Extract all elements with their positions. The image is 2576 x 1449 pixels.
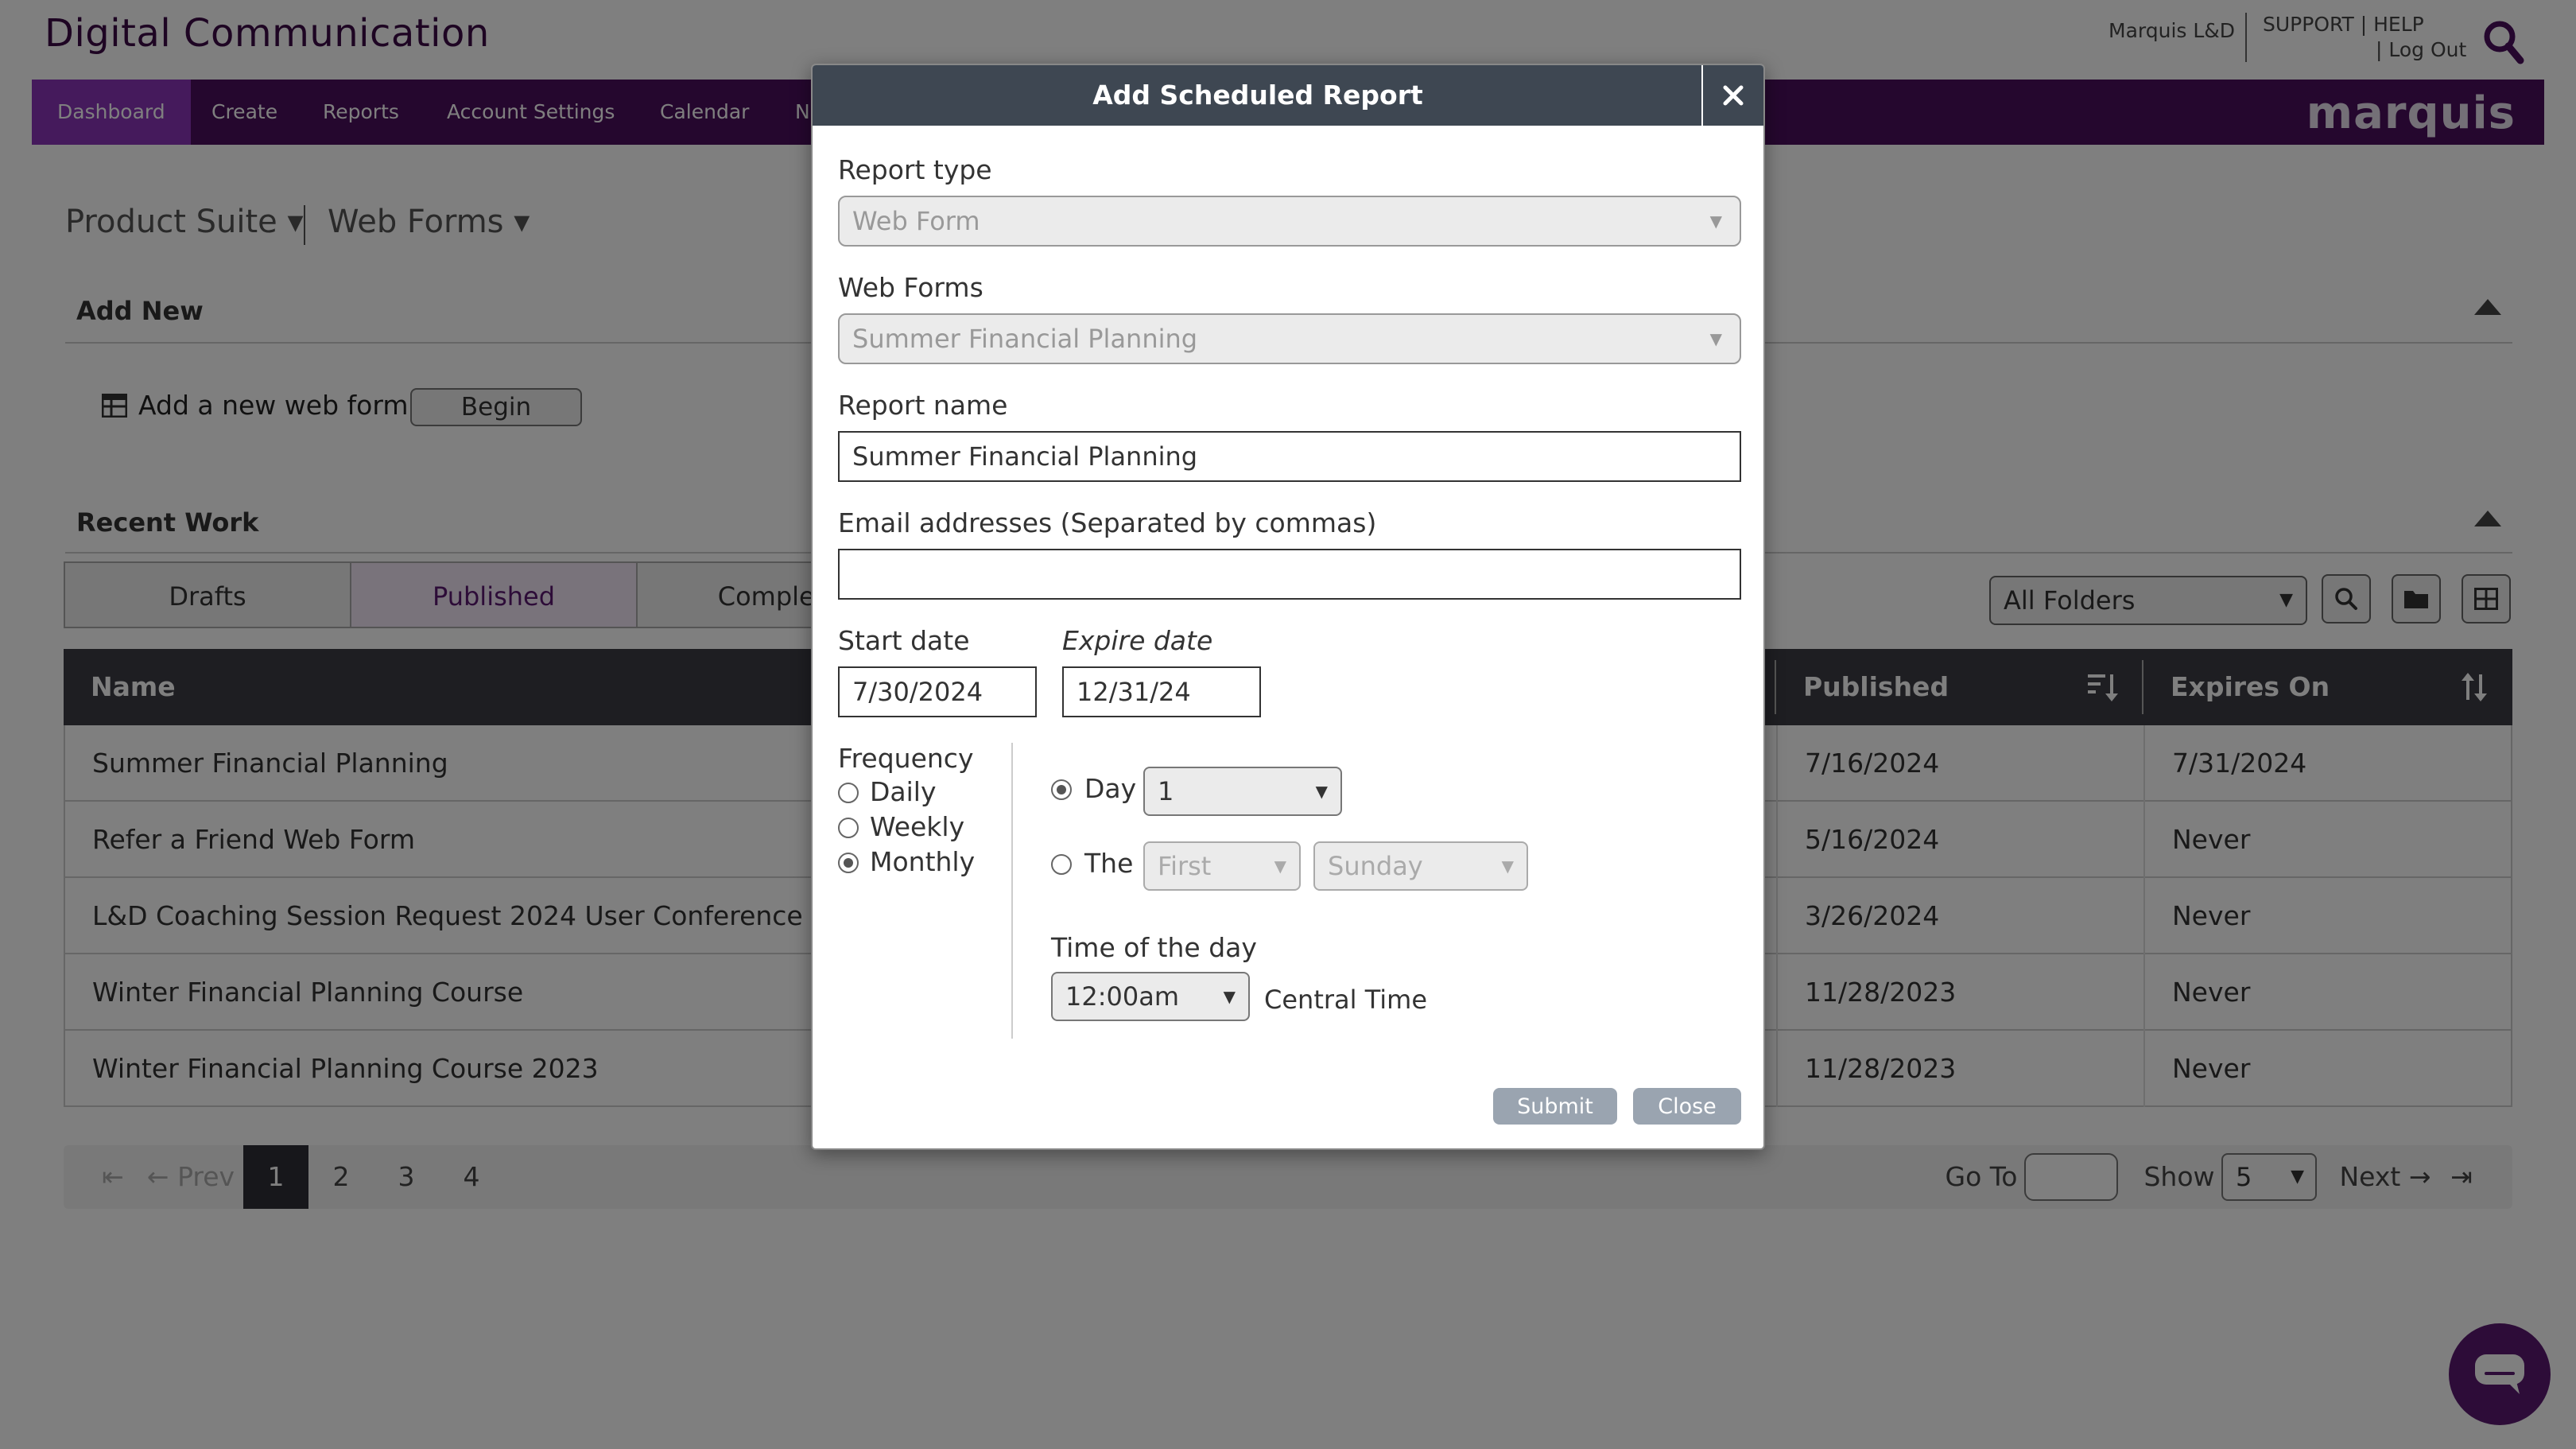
caret-down-icon: ▼	[1709, 329, 1722, 348]
web-forms-value: Summer Financial Planning	[852, 324, 1198, 354]
modal-title: Add Scheduled Report	[1092, 80, 1423, 111]
report-name-label: Report name	[838, 390, 1008, 421]
web-forms-label: Web Forms	[838, 272, 983, 303]
radio-monthly[interactable]	[838, 853, 859, 873]
ordinal-select[interactable]: First ▼	[1143, 841, 1301, 891]
day-label: Day	[1084, 773, 1137, 804]
time-select-value: 12:00am	[1065, 981, 1179, 1012]
weekly-label: Weekly	[870, 811, 965, 842]
caret-down-icon: ▼	[1223, 987, 1236, 1006]
monthly-label: Monthly	[870, 846, 976, 877]
expire-date-label: Expire date	[1062, 625, 1213, 656]
frequency-divider	[1011, 743, 1013, 1039]
add-scheduled-report-dialog: Add Scheduled Report Report type Web For…	[811, 64, 1765, 1150]
modal-header: Add Scheduled Report	[813, 65, 1763, 126]
caret-down-icon: ▼	[1315, 782, 1328, 801]
report-type-select[interactable]: Web Form ▼	[838, 196, 1741, 247]
time-select[interactable]: 12:00am ▼	[1051, 972, 1250, 1021]
daily-label: Daily	[870, 776, 937, 807]
day-select-value: 1	[1158, 776, 1174, 806]
time-label: Time of the day	[1051, 932, 1257, 963]
submit-button[interactable]: Submit	[1493, 1088, 1617, 1125]
email-input[interactable]	[838, 549, 1741, 600]
caret-down-icon: ▼	[1274, 857, 1286, 876]
expire-date-input[interactable]	[1062, 666, 1261, 717]
email-label: Email addresses (Separated by commas)	[838, 507, 1377, 538]
radio-weekly[interactable]	[838, 818, 859, 838]
caret-down-icon: ▼	[1709, 212, 1722, 231]
report-type-value: Web Form	[852, 206, 980, 236]
radio-the[interactable]	[1051, 854, 1072, 875]
close-icon[interactable]	[1701, 65, 1763, 126]
weekday-select-value: Sunday	[1328, 851, 1423, 881]
report-type-label: Report type	[838, 154, 992, 185]
radio-day[interactable]	[1051, 779, 1072, 800]
day-select[interactable]: 1 ▼	[1143, 767, 1342, 816]
close-button[interactable]: Close	[1633, 1088, 1741, 1125]
ordinal-select-value: First	[1158, 851, 1212, 881]
caret-down-icon: ▼	[1501, 857, 1514, 876]
start-date-label: Start date	[838, 625, 970, 656]
web-forms-select[interactable]: Summer Financial Planning ▼	[838, 313, 1741, 364]
frequency-label: Frequency	[838, 743, 974, 774]
start-date-input[interactable]	[838, 666, 1037, 717]
the-label: The	[1084, 848, 1134, 879]
report-name-input[interactable]	[838, 431, 1741, 482]
radio-daily[interactable]	[838, 783, 859, 803]
timezone-label: Central Time	[1264, 985, 1427, 1015]
weekday-select[interactable]: Sunday ▼	[1313, 841, 1528, 891]
